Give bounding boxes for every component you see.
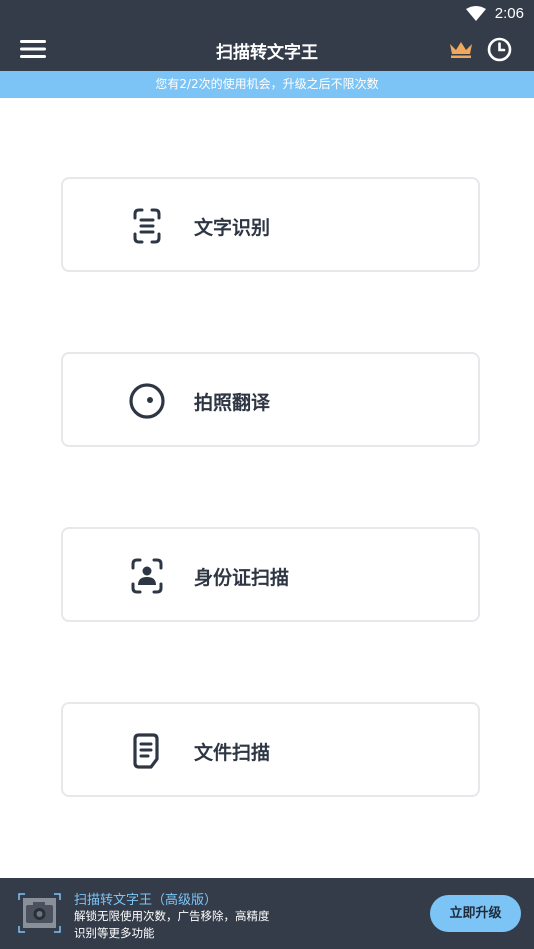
text-scan-icon [133, 208, 161, 244]
card-label: 拍照翻译 [194, 392, 271, 414]
text-recognition-card[interactable]: 文字识别 [61, 177, 480, 272]
promo-description: 解锁无限使用次数，广告移除，高精度 识别等更多功能 [74, 908, 284, 942]
status-bar: 2:06 [0, 0, 534, 28]
camera-lens-icon [129, 383, 165, 419]
upgrade-now-button[interactable]: 立即升级 [430, 895, 521, 932]
card-label: 身份证扫描 [194, 567, 290, 589]
crown-icon[interactable] [448, 39, 474, 59]
id-card-scan-card[interactable]: 身份证扫描 [61, 527, 480, 622]
promo-description-line: 识别等更多功能 [74, 926, 155, 940]
id-person-scan-icon [131, 558, 163, 594]
usage-notice: 您有2/2次的使用机会，升级之后不限次数 [0, 71, 534, 98]
status-time: 2:06 [494, 5, 524, 22]
history-clock-icon[interactable] [487, 37, 512, 62]
scanner-thumbnail-icon [18, 893, 61, 933]
wifi-icon [466, 6, 486, 21]
app-bar: 扫描转文字王 [0, 28, 534, 71]
promo-description-line: 解锁无限使用次数，广告移除，高精度 [74, 909, 270, 923]
upgrade-promo-banner: 扫描转文字王（高级版） 解锁无限使用次数，广告移除，高精度 识别等更多功能 立即… [0, 878, 534, 949]
photo-translate-card[interactable]: 拍照翻译 [61, 352, 480, 447]
promo-title: 扫描转文字王（高级版） [74, 893, 218, 908]
file-scan-card[interactable]: 文件扫描 [61, 702, 480, 797]
card-label: 文件扫描 [194, 742, 271, 764]
document-icon [133, 733, 159, 769]
card-label: 文字识别 [194, 217, 271, 239]
